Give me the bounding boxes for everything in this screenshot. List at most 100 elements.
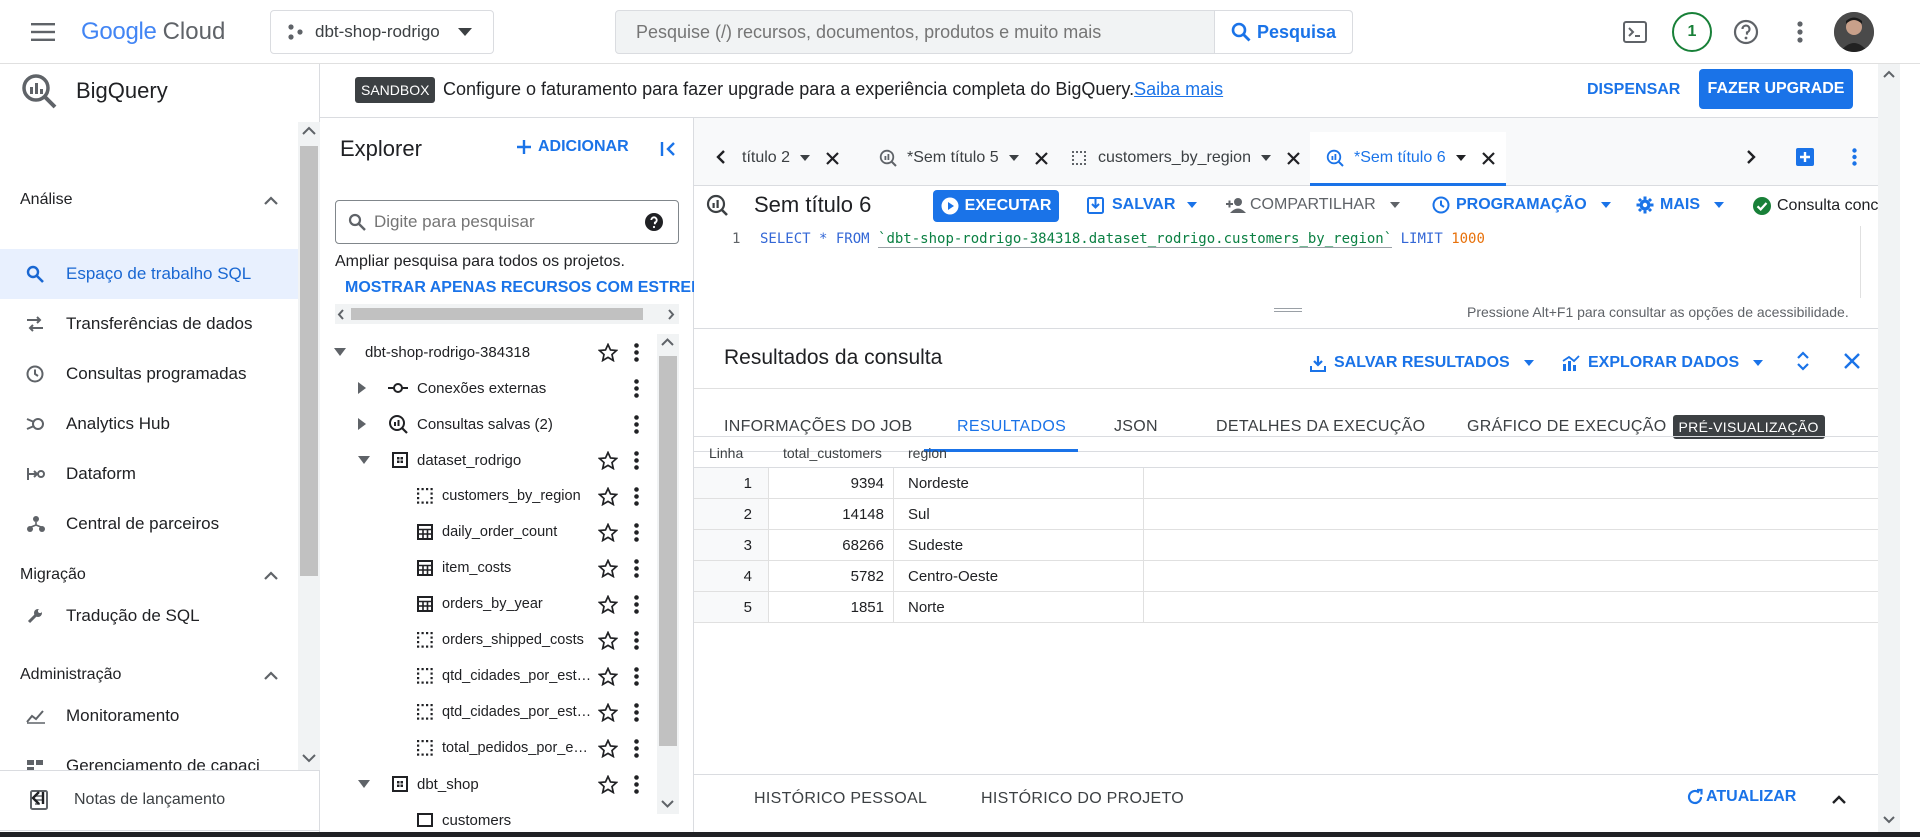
star-icon[interactable] (598, 558, 618, 578)
more-vert-icon[interactable] (634, 558, 639, 578)
sidebar-item-sql-workspace[interactable]: Espaço de trabalho SQL (0, 249, 298, 299)
help-filled-icon[interactable] (644, 212, 664, 232)
more-vert-icon[interactable] (634, 666, 639, 686)
star-icon[interactable] (598, 738, 618, 758)
help-icon[interactable] (1733, 19, 1759, 45)
add-button[interactable]: ADICIONAR (516, 138, 629, 156)
star-icon[interactable] (598, 594, 618, 614)
cell-region[interactable]: Norte (908, 599, 945, 616)
star-icon[interactable] (598, 522, 618, 542)
upgrade-button[interactable]: FAZER UPGRADE (1699, 69, 1853, 109)
section-migracao[interactable]: Migração (20, 566, 278, 584)
explorer-search-input[interactable] (374, 212, 644, 232)
cell-total-customers[interactable]: 1851 (768, 599, 884, 616)
personal-history-tab[interactable]: HISTÓRICO PESSOAL (754, 790, 927, 808)
h-scroll-thumb[interactable] (351, 308, 643, 320)
star-icon[interactable] (598, 774, 618, 794)
explore-data-button[interactable]: EXPLORAR DADOS (1562, 348, 1764, 378)
project-history-tab[interactable]: HISTÓRICO DO PROJETO (981, 790, 1184, 808)
expand-down-icon[interactable] (334, 348, 346, 356)
sidebar-item-analytics-hub[interactable]: Analytics Hub (0, 399, 298, 449)
scroll-down-icon[interactable] (1883, 816, 1895, 824)
star-icon[interactable] (598, 630, 618, 650)
sidebar-item-capacity-management[interactable]: Gerenciamento de capaci (0, 741, 298, 770)
expand-vertical-icon[interactable] (1796, 350, 1810, 372)
close-icon[interactable] (826, 151, 839, 165)
close-icon[interactable] (1481, 151, 1495, 165)
chevron-down-icon[interactable] (1260, 155, 1271, 161)
table-row[interactable]: 5 1851 Norte (694, 592, 1878, 623)
dismiss-button[interactable]: DISPENSAR (1587, 81, 1680, 99)
more-vert-icon[interactable] (634, 522, 639, 542)
search-button[interactable]: Pesquisa (1214, 11, 1352, 53)
share-button[interactable]: COMPARTILHAR (1226, 190, 1400, 220)
more-vert-icon[interactable] (634, 378, 639, 398)
tree-node-external-connections[interactable]: Conexões externas (320, 370, 660, 406)
explorer-search-field[interactable] (335, 200, 679, 244)
section-administracao[interactable]: Administração (20, 666, 278, 684)
google-cloud-logo[interactable]: Google Cloud (81, 18, 225, 46)
cloud-shell-icon[interactable] (1622, 20, 1648, 44)
tabs-scroll-left-icon[interactable] (716, 149, 726, 165)
expand-down-icon[interactable] (358, 456, 370, 464)
more-vert-icon[interactable] (634, 486, 639, 506)
sidebar-item-dataform[interactable]: Dataform (0, 449, 298, 499)
close-results-icon[interactable] (1844, 353, 1860, 369)
scroll-up-icon[interactable] (1883, 70, 1895, 78)
page-v-scrollbar[interactable] (1878, 64, 1900, 837)
learn-more-link[interactable]: Saiba mais (1134, 79, 1223, 99)
main-menu-icon[interactable] (26, 20, 60, 44)
cell-total-customers[interactable]: 14148 (768, 506, 884, 523)
tree-node-project[interactable]: dbt-shop-rodrigo-384318 (320, 334, 660, 370)
scroll-down-icon[interactable] (661, 800, 674, 808)
tree-node-dataset[interactable]: dbt_shop (320, 766, 660, 802)
expand-right-icon[interactable] (358, 418, 366, 430)
new-query-icon[interactable] (1796, 148, 1814, 166)
schedule-button[interactable]: PROGRAMAÇÃO (1432, 190, 1611, 220)
starred-only-link[interactable]: MOSTRAR APENAS RECURSOS COM ESTRELA (335, 279, 695, 301)
tree-node-view[interactable]: qtd_cidades_por_estado_2 (320, 694, 660, 730)
tree-node-table[interactable]: orders_by_year (320, 586, 660, 622)
more-vert-icon[interactable] (634, 738, 639, 758)
collapse-nav-icon[interactable] (30, 790, 46, 806)
chevron-down-icon[interactable] (1455, 155, 1466, 161)
scroll-up-icon[interactable] (661, 338, 674, 346)
more-vert-icon[interactable] (634, 702, 639, 722)
avatar[interactable] (1834, 12, 1874, 52)
explorer-scroll-thumb[interactable] (659, 356, 677, 746)
chevron-up-icon[interactable] (1832, 795, 1846, 804)
cell-total-customers[interactable]: 5782 (768, 568, 884, 585)
tree-node-view[interactable]: total_pedidos_por_estado (320, 730, 660, 766)
explorer-v-scrollbar[interactable] (657, 334, 679, 814)
cell-region[interactable]: Sul (908, 506, 930, 523)
save-button[interactable]: SALVAR (1087, 190, 1198, 220)
notifications-badge[interactable]: 1 (1672, 12, 1712, 52)
tree-node-view[interactable]: customers_by_region (320, 478, 660, 514)
table-row[interactable]: 4 5782 Centro-Oeste (694, 561, 1878, 592)
save-results-button[interactable]: SALVAR RESULTADOS (1310, 348, 1534, 378)
tree-node-view[interactable]: orders_shipped_costs (320, 622, 660, 658)
star-icon[interactable] (598, 342, 618, 362)
search-bar[interactable]: Pesquisa (615, 10, 1353, 54)
expand-down-icon[interactable] (358, 780, 370, 788)
sidebar-scrollbar[interactable] (298, 122, 320, 770)
collapse-explorer-icon[interactable] (660, 140, 678, 158)
table-row[interactable]: 2 14148 Sul (694, 499, 1878, 530)
cell-region[interactable]: Centro-Oeste (908, 568, 998, 585)
scroll-up-icon[interactable] (302, 126, 316, 135)
sql-line[interactable]: SELECT * FROM `dbt-shop-rodrigo-384318.d… (760, 231, 1485, 248)
tree-node-table[interactable]: daily_order_count (320, 514, 660, 550)
sidebar-item-scheduled-queries[interactable]: Consultas programadas (0, 349, 298, 399)
refresh-button[interactable]: ATUALIZAR (1686, 788, 1796, 806)
more-vert-icon[interactable] (634, 342, 639, 362)
sidebar-item-partner-center[interactable]: Central de parceiros (0, 499, 298, 549)
tree-node-saved-queries[interactable]: Consultas salvas (2) (320, 406, 660, 442)
star-icon[interactable] (598, 666, 618, 686)
tab-untitled-6[interactable]: *Sem título 6 (1326, 140, 1495, 176)
cell-total-customers[interactable]: 9394 (768, 475, 884, 492)
scroll-down-icon[interactable] (302, 754, 316, 763)
close-icon[interactable] (1034, 151, 1048, 165)
more-vert-icon[interactable] (1790, 20, 1810, 44)
tab-untitled-2[interactable]: título 2 (742, 140, 839, 176)
sidebar-item-data-transfers[interactable]: Transferências de dados (0, 299, 298, 349)
